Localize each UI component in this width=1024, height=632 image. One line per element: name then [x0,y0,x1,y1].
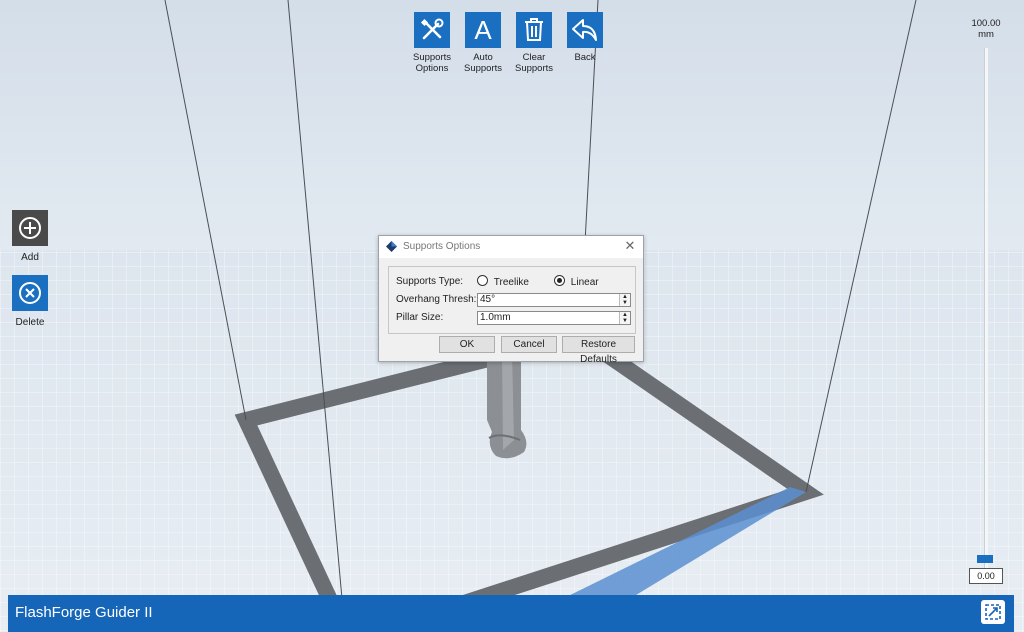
delete-circle-icon [19,282,41,304]
bottom-bar: FlashForge Guider II [8,595,1014,632]
back-label: Back [574,52,596,63]
back-button[interactable] [567,12,603,48]
delete-tool[interactable]: Delete [11,275,49,328]
supports-type-row: Supports Type: Treelike Linear [396,275,626,289]
supports-options-button[interactable] [414,12,450,48]
spin-arrows-icon[interactable]: ▲ ▼ [619,312,630,324]
letter-a-icon: A [474,14,492,45]
back-arrow-icon [572,19,597,41]
delete-label: Delete [15,317,45,328]
fit-view-button[interactable] [981,600,1005,624]
radio-linear-label: Linear [570,277,599,288]
add-tool[interactable]: Add [11,210,49,263]
dialog-titlebar[interactable]: Supports Options ✕ [379,236,643,258]
pillar-spinbox[interactable]: 1.0mm ▲ ▼ [477,311,631,325]
close-icon[interactable]: ✕ [623,239,637,253]
auto-supports-label: Auto Supports [463,52,503,74]
layer-height-slider[interactable]: 100.00 mm 0.00 [966,18,1006,588]
trash-icon [525,18,543,41]
auto-supports-button[interactable]: A [465,12,501,48]
add-button[interactable] [12,210,48,246]
radio-treelike[interactable]: Treelike [477,275,529,290]
supports-options-label: Supports Options [412,52,452,74]
clear-supports-tool[interactable]: Clear Supports [509,12,559,74]
overhang-spinbox[interactable]: 45° ▲ ▼ [477,293,631,307]
model-object[interactable] [487,352,527,459]
spin-arrows-icon[interactable]: ▲ ▼ [619,294,630,306]
clear-supports-label: Clear Supports [514,52,554,74]
overhang-label: Overhang Thresh: [396,294,477,305]
radio-linear-indicator[interactable] [554,275,565,286]
clear-supports-button[interactable] [516,12,552,48]
add-label: Add [21,252,39,263]
supports-type-label: Supports Type: [396,276,464,287]
slider-max-number: 100.00 [971,18,1001,29]
restore-defaults-button[interactable]: Restore Defaults [562,336,635,365]
app-logo-icon [386,241,397,252]
settings-group: Supports Type: Treelike Linear Overhang … [388,266,636,334]
fit-view-icon [985,604,1001,620]
slider-track[interactable] [984,48,988,578]
delete-button[interactable] [12,275,48,311]
slider-max-value: 100.00 mm [966,18,1006,40]
auto-supports-tool[interactable]: A Auto Supports [458,12,508,74]
pillar-value: 1.0mm [480,312,511,323]
back-tool[interactable]: Back [560,12,610,63]
pillar-label: Pillar Size: [396,312,444,323]
cancel-button[interactable]: Cancel [501,336,557,353]
wrench-screwdriver-icon [420,18,444,40]
supports-options-tool[interactable]: Supports Options [407,12,457,74]
radio-linear[interactable]: Linear [554,275,599,290]
dialog-title: Supports Options [403,241,481,252]
slider-unit: mm [978,29,994,40]
ok-button[interactable]: OK [439,336,495,353]
app-name: FlashForge Guider II [15,604,153,621]
supports-options-dialog: Supports Options ✕ Supports Type: Treeli… [378,235,644,365]
radio-treelike-indicator[interactable] [477,275,488,286]
overhang-value: 45° [480,294,496,305]
radio-treelike-label: Treelike [493,277,529,288]
slider-current-value[interactable]: 0.00 [969,568,1003,584]
slider-thumb[interactable] [977,555,993,563]
add-circle-icon [19,217,41,239]
